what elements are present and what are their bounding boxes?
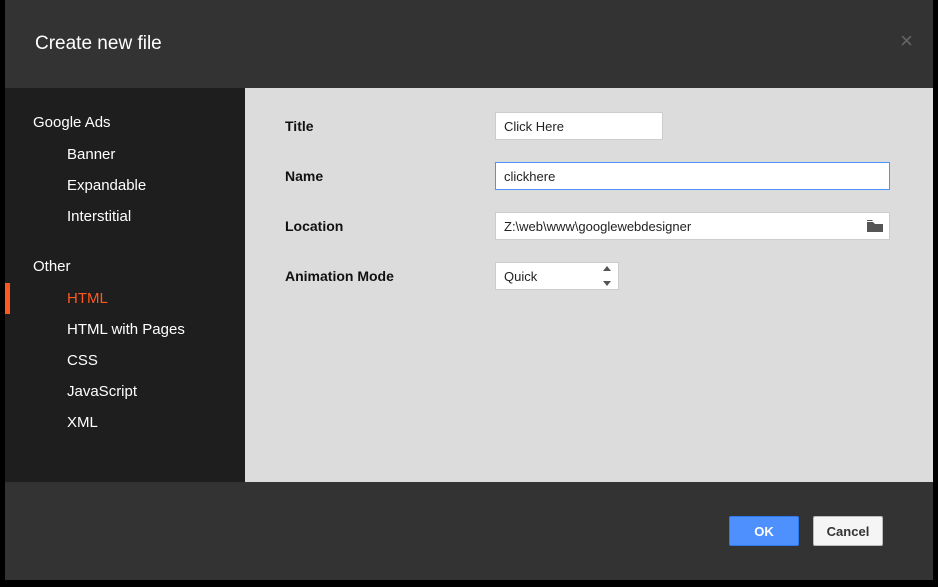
sidebar-item-javascript[interactable]: JavaScript — [5, 376, 245, 407]
dialog-title: Create new file — [35, 33, 162, 55]
dialog-body: Google Ads Banner Expandable Interstitia… — [5, 88, 933, 482]
sidebar-group-google-ads: Google Ads — [5, 106, 245, 139]
sidebar-group-other: Other — [5, 250, 245, 283]
sidebar-item-html[interactable]: HTML — [5, 283, 245, 314]
location-label: Location — [285, 218, 495, 234]
sidebar-item-html-with-pages[interactable]: HTML with Pages — [5, 314, 245, 345]
sidebar-item-xml[interactable]: XML — [5, 407, 245, 438]
name-input[interactable] — [495, 162, 890, 190]
animation-mode-select[interactable] — [495, 262, 619, 290]
title-input[interactable] — [495, 112, 663, 140]
name-label: Name — [285, 168, 495, 184]
folder-icon[interactable] — [867, 220, 883, 232]
row-name: Name — [285, 162, 893, 190]
create-file-dialog: Create new file × Google Ads Banner Expa… — [5, 0, 933, 580]
row-location: Location Z:\web\www\googlewebdesigner — [285, 212, 893, 240]
animation-mode-label: Animation Mode — [285, 268, 495, 284]
close-icon[interactable]: × — [900, 30, 913, 52]
location-input[interactable]: Z:\web\www\googlewebdesigner — [495, 212, 890, 240]
location-value: Z:\web\www\googlewebdesigner — [504, 219, 867, 234]
row-animation-mode: Animation Mode — [285, 262, 893, 290]
row-title: Title — [285, 112, 893, 140]
title-label: Title — [285, 118, 495, 134]
cancel-button[interactable]: Cancel — [813, 516, 883, 546]
sidebar-item-interstitial[interactable]: Interstitial — [5, 201, 245, 232]
dialog-titlebar: Create new file × — [5, 0, 933, 88]
sidebar-item-css[interactable]: CSS — [5, 345, 245, 376]
sidebar-item-banner[interactable]: Banner — [5, 139, 245, 170]
ok-button[interactable]: OK — [729, 516, 799, 546]
form-panel: Title Name Location Z:\web\www\googleweb… — [245, 88, 933, 482]
sidebar: Google Ads Banner Expandable Interstitia… — [5, 88, 245, 482]
sidebar-item-expandable[interactable]: Expandable — [5, 170, 245, 201]
dialog-footer: OK Cancel — [5, 482, 933, 580]
